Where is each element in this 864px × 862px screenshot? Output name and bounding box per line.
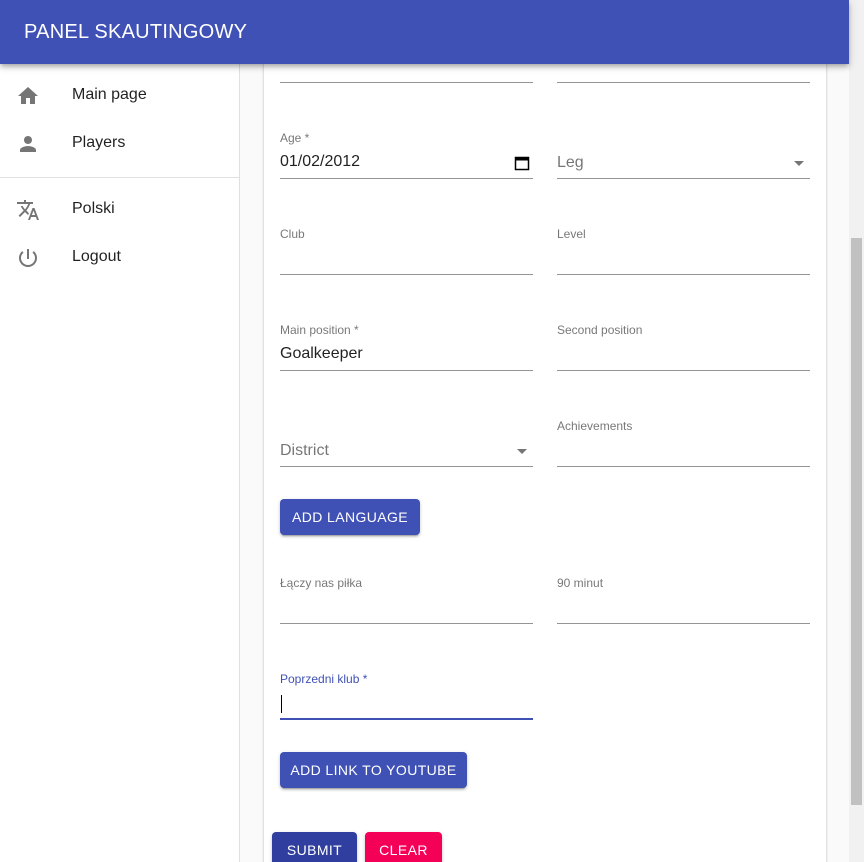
achievements-field[interactable]: Achievements [557, 418, 810, 468]
add-youtube-link-button[interactable]: ADD LINK TO YOUTUBE [280, 752, 467, 788]
sidebar-item-main-page[interactable]: Main page [0, 72, 239, 120]
district-placeholder: District [280, 442, 329, 459]
sidebar-item-language[interactable]: Polski [0, 186, 239, 234]
field-underline [557, 178, 810, 179]
sidebar: Main page Players Polski Logout [0, 64, 240, 862]
person-icon [16, 132, 40, 156]
chevron-down-icon [794, 161, 804, 166]
age-input[interactable]: 01/02/2012 [280, 153, 360, 171]
90-minut-label: 90 minut [557, 576, 604, 590]
field-underline [280, 370, 533, 371]
laczy-nas-pilka-field[interactable]: Łączy nas piłka [280, 575, 533, 625]
field-underline [280, 178, 533, 179]
district-select[interactable]: District [280, 418, 533, 468]
main-position-field[interactable]: Main position * Goalkeeper [280, 322, 533, 372]
field-underline [280, 82, 533, 83]
poprzedni-klub-label: Poprzedni klub * [280, 672, 368, 686]
sidebar-item-logout[interactable]: Logout [0, 234, 239, 282]
home-icon [16, 84, 40, 108]
field-underline [557, 370, 810, 371]
field-underline [280, 274, 533, 275]
laczy-nas-pilka-label: Łączy nas piłka [280, 576, 363, 590]
app-bar: PANEL SKAUTINGOWY [0, 0, 849, 64]
leg-placeholder: Leg [557, 154, 584, 171]
poprzedni-klub-field[interactable]: Poprzedni klub * [280, 671, 533, 721]
second-position-label: Second position [557, 323, 643, 337]
leg-select[interactable]: Leg [557, 130, 810, 180]
chevron-down-icon [517, 449, 527, 454]
field-underline [557, 82, 810, 83]
player-form-card: Age * 01/02/2012 Leg Club Level Main pos… [264, 40, 826, 862]
calendar-icon[interactable] [514, 155, 530, 176]
club-field[interactable]: Club [280, 226, 533, 276]
90-minut-field[interactable]: 90 minut [557, 575, 810, 625]
text-cursor [281, 695, 282, 713]
club-label: Club [280, 227, 305, 241]
age-label: Age * [280, 131, 310, 145]
sidebar-item-label: Players [72, 134, 126, 151]
age-field[interactable]: Age * 01/02/2012 [280, 130, 533, 180]
vertical-scrollbar[interactable] [849, 0, 864, 862]
achievements-label: Achievements [557, 419, 633, 433]
power-icon [16, 246, 40, 270]
field-underline [557, 274, 810, 275]
level-label: Level [557, 227, 586, 241]
field-underline [280, 623, 533, 624]
second-position-field[interactable]: Second position [557, 322, 810, 372]
submit-button[interactable]: SUBMIT [272, 832, 357, 862]
add-language-button[interactable]: ADD LANGUAGE [280, 499, 420, 535]
sidebar-item-label: Logout [72, 248, 121, 265]
main-position-label: Main position * [280, 323, 359, 337]
app-title: PANEL SKAUTINGOWY [24, 21, 248, 43]
sidebar-item-label: Polski [72, 200, 115, 217]
field-underline [280, 466, 533, 467]
scrollbar-thumb[interactable] [851, 238, 862, 805]
sidebar-item-label: Main page [72, 86, 147, 103]
main-position-input[interactable]: Goalkeeper [280, 345, 363, 363]
level-field[interactable]: Level [557, 226, 810, 276]
field-underline [557, 623, 810, 624]
sidebar-divider [0, 177, 239, 178]
sidebar-item-players[interactable]: Players [0, 120, 239, 168]
clear-button[interactable]: CLEAR [365, 832, 442, 862]
field-underline [280, 718, 533, 720]
translate-icon [16, 198, 40, 222]
field-underline [557, 466, 810, 467]
